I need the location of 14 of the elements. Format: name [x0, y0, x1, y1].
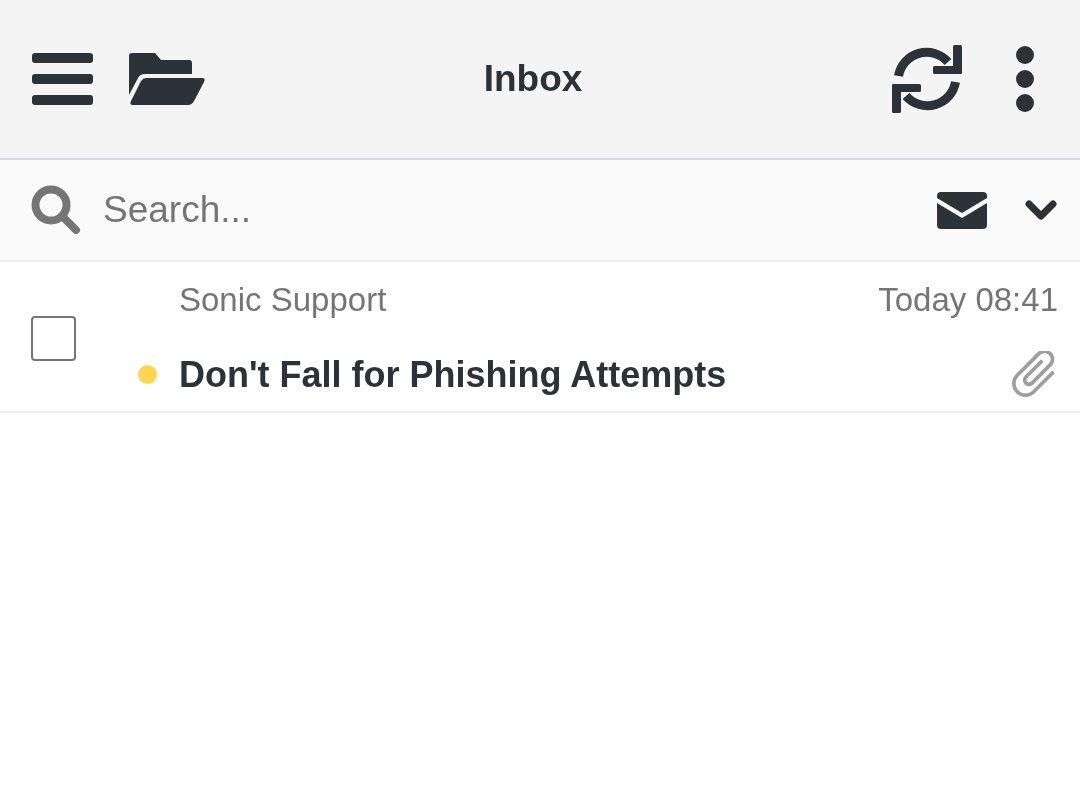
- message-date: Today 08:41: [878, 279, 1058, 320]
- more-options-icon[interactable]: [1016, 46, 1034, 112]
- message-checkbox[interactable]: [31, 316, 76, 361]
- search-icon: [31, 185, 81, 235]
- search-bar[interactable]: Search...: [0, 160, 1080, 262]
- message-sender: Sonic Support: [179, 279, 388, 320]
- page-title: Inbox: [483, 56, 583, 101]
- refresh-icon[interactable]: [892, 45, 962, 113]
- folder-icon[interactable]: [128, 53, 207, 105]
- chevron-down-icon[interactable]: [1025, 200, 1057, 220]
- message-subject[interactable]: Don't Fall for Phishing Attempts: [179, 352, 857, 396]
- search-field[interactable]: Search...: [103, 187, 917, 233]
- envelope-icon[interactable]: [937, 191, 987, 229]
- menu-icon[interactable]: [32, 53, 93, 105]
